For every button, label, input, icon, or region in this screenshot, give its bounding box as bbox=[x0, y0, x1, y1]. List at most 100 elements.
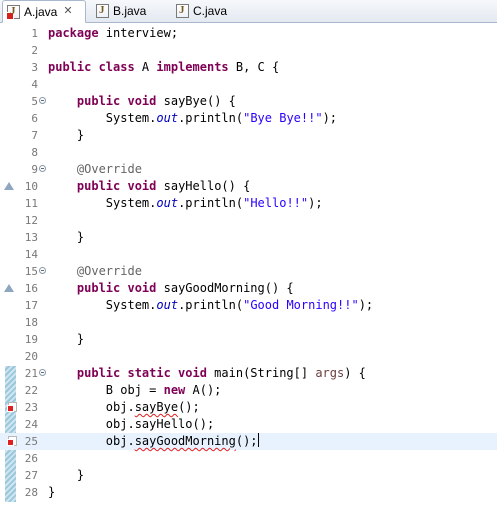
java-file-icon bbox=[176, 4, 189, 18]
code-line[interactable]: 25 obj.sayGoodMorning(); bbox=[0, 433, 497, 450]
code-line[interactable]: 8 bbox=[0, 144, 497, 161]
code-token-plain: B, C { bbox=[228, 60, 280, 74]
code-text: } bbox=[48, 331, 84, 348]
code-line[interactable]: 7 } bbox=[0, 127, 497, 144]
code-text: public void sayHello() { bbox=[48, 178, 250, 195]
line-number: 1 bbox=[31, 27, 38, 40]
close-icon[interactable]: ✕ bbox=[63, 6, 72, 17]
gutter-markers bbox=[0, 399, 18, 416]
code-token-error: sayGoodMorning bbox=[134, 434, 236, 448]
code-line[interactable]: 23 obj.sayBye(); bbox=[0, 399, 497, 416]
code-line[interactable]: 10 public void sayHello() { bbox=[0, 178, 497, 195]
code-line[interactable]: 18 bbox=[0, 314, 497, 331]
line-number: 17 bbox=[24, 299, 38, 312]
code-token-plain: A(); bbox=[185, 383, 222, 397]
code-token-plain: System. bbox=[48, 111, 157, 125]
code-token-field: out bbox=[156, 111, 179, 125]
tab-label: C.java bbox=[193, 4, 228, 18]
code-token-plain: B obj = bbox=[48, 383, 164, 397]
tab-label: B.java bbox=[113, 4, 147, 18]
code-token-field: out bbox=[156, 196, 179, 210]
code-line[interactable]: 15 @Override bbox=[0, 263, 497, 280]
code-token-plain: obj.sayHello(); bbox=[48, 417, 215, 431]
line-number: 28 bbox=[24, 486, 38, 499]
code-line[interactable]: 19 } bbox=[0, 331, 497, 348]
code-token-keyword: package bbox=[48, 26, 99, 40]
code-line[interactable]: 5 public void sayBye() { bbox=[0, 93, 497, 110]
code-line[interactable]: 16 public void sayGoodMorning() { bbox=[0, 280, 497, 297]
code-line[interactable]: 21 public static void main(String[] args… bbox=[0, 365, 497, 382]
code-line[interactable]: 20 bbox=[0, 348, 497, 365]
code-token-keyword: new bbox=[163, 383, 186, 397]
line-number: 18 bbox=[24, 316, 38, 329]
tab-b-java[interactable]: B.java bbox=[92, 0, 162, 22]
gutter-markers bbox=[0, 178, 18, 195]
code-line[interactable]: 27 } bbox=[0, 467, 497, 484]
gutter-markers bbox=[0, 246, 18, 263]
code-token-plain: sayBye() { bbox=[156, 94, 236, 108]
code-line[interactable]: 12 bbox=[0, 212, 497, 229]
gutter-markers bbox=[0, 42, 18, 59]
code-token-plain: } bbox=[48, 230, 85, 244]
code-line[interactable]: 24 obj.sayHello(); bbox=[0, 416, 497, 433]
code-token-plain: } bbox=[48, 128, 85, 142]
gutter-markers bbox=[0, 195, 18, 212]
code-line[interactable]: 28} bbox=[0, 484, 497, 501]
gutter-markers bbox=[0, 297, 18, 314]
code-token-keyword: public void bbox=[76, 94, 157, 108]
code-token-string: "Bye Bye!!" bbox=[243, 111, 323, 125]
code-text: System.out.println("Hello!!"); bbox=[48, 195, 323, 212]
error-marker-icon[interactable] bbox=[7, 402, 17, 412]
tab-a-java[interactable]: A.java ✕ bbox=[2, 0, 86, 23]
gutter-markers bbox=[0, 365, 18, 382]
error-badge-icon bbox=[6, 11, 14, 20]
fold-collapse-icon[interactable] bbox=[39, 369, 46, 376]
gutter-markers bbox=[0, 212, 18, 229]
code-token-plain: (); bbox=[178, 400, 200, 414]
line-number: 10 bbox=[24, 180, 38, 193]
line-number: 23 bbox=[24, 401, 38, 414]
tab-c-java[interactable]: C.java bbox=[172, 0, 242, 22]
code-line[interactable]: 3 public class A implements B, C { bbox=[0, 59, 497, 76]
code-line[interactable]: 4 bbox=[0, 76, 497, 93]
line-number: 14 bbox=[24, 248, 38, 261]
code-text: } bbox=[48, 127, 84, 144]
code-line[interactable]: 26 bbox=[0, 450, 497, 467]
code-token-plain: ); bbox=[308, 196, 323, 210]
code-editor[interactable]: 1 package interview; 2 3 public class A impl… bbox=[0, 23, 497, 505]
code-line[interactable]: 17 System.out.println("Good Morning!!"); bbox=[0, 297, 497, 314]
code-line[interactable]: 9 @Override bbox=[0, 161, 497, 178]
code-line[interactable]: 22 B obj = new A(); bbox=[0, 382, 497, 399]
code-line[interactable]: 11 System.out.println("Hello!!"); bbox=[0, 195, 497, 212]
code-token-plain: (); bbox=[235, 434, 258, 448]
gutter-markers bbox=[0, 416, 18, 433]
code-token-plain: } bbox=[48, 332, 85, 346]
code-text: } bbox=[48, 484, 55, 501]
line-number: 5 bbox=[31, 95, 38, 108]
line-number: 20 bbox=[24, 350, 38, 363]
fold-collapse-icon[interactable] bbox=[39, 267, 46, 274]
gutter-markers bbox=[0, 25, 18, 42]
code-token-param: args bbox=[315, 366, 345, 380]
code-token-plain: System. bbox=[48, 298, 157, 312]
override-indicator-icon[interactable] bbox=[4, 182, 14, 190]
override-indicator-icon[interactable] bbox=[4, 284, 14, 292]
error-marker-icon[interactable] bbox=[7, 436, 17, 446]
code-line[interactable]: 6 System.out.println("Bye Bye!!"); bbox=[0, 110, 497, 127]
code-line[interactable]: 13 } bbox=[0, 229, 497, 246]
fold-collapse-icon[interactable] bbox=[39, 165, 46, 172]
code-token-plain: obj. bbox=[48, 400, 135, 414]
code-line[interactable]: 2 bbox=[0, 42, 497, 59]
gutter-markers bbox=[0, 229, 18, 246]
code-line[interactable]: 14 bbox=[0, 246, 497, 263]
code-text: obj.sayGoodMorning(); bbox=[48, 433, 259, 450]
fold-collapse-icon[interactable] bbox=[39, 97, 46, 104]
code-text: public void sayGoodMorning() { bbox=[48, 280, 294, 297]
code-token-keyword: public static void bbox=[76, 366, 207, 380]
line-number: 3 bbox=[31, 61, 38, 74]
code-line[interactable]: 1 package interview; bbox=[0, 25, 497, 42]
